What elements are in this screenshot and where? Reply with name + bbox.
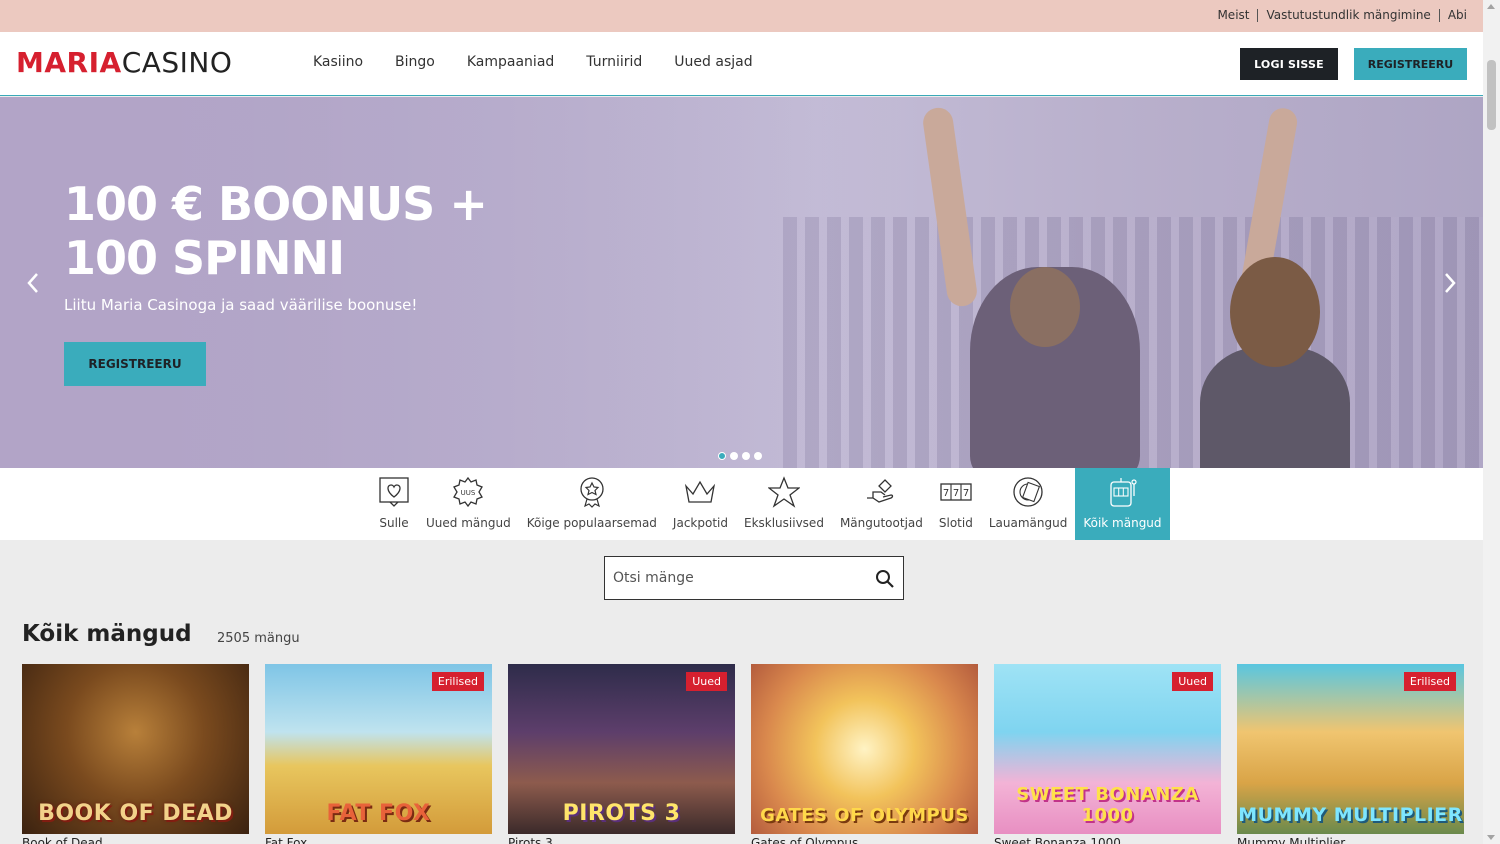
site-header: MARIACASINO Kasiino Bingo Kampaaniad Tur… xyxy=(0,32,1483,96)
game-art-title: PIROTS 3 xyxy=(562,801,681,826)
scroll-down-icon[interactable] xyxy=(1487,835,1495,840)
provider-hand-icon xyxy=(865,476,897,508)
hero-title: 100 € BOONUS + 100 SPINNI xyxy=(64,177,488,285)
game-search xyxy=(604,556,904,600)
nav-item-news[interactable]: Uued asjad xyxy=(674,54,752,70)
utility-links: Meist Vastutustundlik mängimine Abi xyxy=(1217,8,1467,22)
category-list: Sulle UUS Uued mängud Kõige populaarsema… xyxy=(370,468,1170,540)
category-label: Kõik mängud xyxy=(1083,516,1162,530)
category-table-games[interactable]: Lauamängud xyxy=(981,468,1076,540)
page-scrollbar[interactable] xyxy=(1483,0,1500,844)
svg-text:7: 7 xyxy=(943,488,949,499)
slot-777-icon: 777 xyxy=(940,476,972,508)
svg-text:UUS: UUS xyxy=(461,489,476,497)
category-label: Mängutootjad xyxy=(839,516,923,530)
category-label: Lauamängud xyxy=(988,516,1068,530)
slide-dot-1[interactable] xyxy=(718,452,726,460)
game-label[interactable]: Pirots 3 xyxy=(508,836,553,844)
game-art-title: MUMMY MULTIPLIER xyxy=(1238,804,1463,826)
search-input[interactable] xyxy=(613,568,863,588)
new-badge-icon: UUS xyxy=(452,476,484,508)
category-providers[interactable]: Mängutootjad xyxy=(832,468,931,540)
game-label[interactable]: Sweet Bonanza 1000 xyxy=(994,836,1121,844)
logo-casino: CASINO xyxy=(121,46,233,79)
nav-item-promotions[interactable]: Kampaaniad xyxy=(467,54,554,70)
category-for-you[interactable]: Sulle xyxy=(370,468,418,540)
chevron-left-icon[interactable] xyxy=(26,272,40,300)
logo-maria: MARIA xyxy=(16,46,122,79)
site-logo[interactable]: MARIACASINO xyxy=(16,48,232,78)
new-badge: Uued xyxy=(686,672,727,691)
hero-slide-dots xyxy=(718,452,762,460)
utility-link-responsible-gaming[interactable]: Vastutustundlik mängimine xyxy=(1266,8,1430,22)
category-label: Kõige populaarsemad xyxy=(526,516,657,530)
table-games-icon xyxy=(1012,476,1044,508)
nav-item-casino[interactable]: Kasiino xyxy=(313,54,363,70)
utility-divider xyxy=(1438,8,1440,22)
category-bar: Sulle UUS Uued mängud Kõige populaarsema… xyxy=(0,468,1483,540)
game-label[interactable]: Fat Fox xyxy=(265,836,307,844)
special-badge: Erilised xyxy=(1403,672,1456,691)
star-icon xyxy=(767,476,800,508)
heart-icon xyxy=(378,476,410,508)
utility-link-about[interactable]: Meist xyxy=(1217,8,1249,22)
category-exclusive[interactable]: Eksklusiivsed xyxy=(736,468,832,540)
nav-item-bingo[interactable]: Bingo xyxy=(395,54,435,70)
game-art-title: SWEET BONANZA 1000 xyxy=(1016,784,1199,826)
nav-item-tournaments[interactable]: Turniirid xyxy=(586,54,642,70)
award-icon xyxy=(576,476,608,508)
game-tile-book-of-dead[interactable]: BOOK OF DEAD xyxy=(22,664,249,834)
main-nav: Kasiino Bingo Kampaaniad Turniirid Uued … xyxy=(313,54,785,70)
login-button[interactable]: LOGI SISSE xyxy=(1240,48,1338,80)
hero-photo-woman-right-head xyxy=(1230,257,1320,367)
slide-dot-2[interactable] xyxy=(730,452,738,460)
category-most-popular[interactable]: Kõige populaarsemad xyxy=(519,468,665,540)
svg-text:7: 7 xyxy=(953,488,959,499)
game-tile-sweet-bonanza-1000[interactable]: Uued SWEET BONANZA 1000 xyxy=(994,664,1221,834)
slot-machine-icon xyxy=(1106,476,1138,508)
new-badge: Uued xyxy=(1172,672,1213,691)
hero-register-button[interactable]: REGISTREERU xyxy=(64,342,206,386)
slide-dot-4[interactable] xyxy=(754,452,762,460)
hero-photo-woman-left-head xyxy=(1010,267,1080,347)
game-count: 2505 mängu xyxy=(217,631,300,646)
hero-subtitle: Liitu Maria Casinoga ja saad väärilise b… xyxy=(64,296,418,314)
special-badge: Erilised xyxy=(431,672,484,691)
chevron-right-icon[interactable] xyxy=(1443,272,1457,300)
game-art-title: BOOK OF DEAD xyxy=(38,801,233,826)
game-tile-fat-fox[interactable]: Erilised FAT FOX xyxy=(265,664,492,834)
category-label: Sulle xyxy=(379,516,409,530)
utility-divider xyxy=(1257,8,1259,22)
game-tile-gates-of-olympus[interactable]: GATES OF OLYMPUS xyxy=(751,664,978,834)
category-label: Jackpotid xyxy=(672,516,728,530)
crown-icon xyxy=(684,476,716,508)
section-title: Kõik mängud xyxy=(22,621,192,647)
game-grid: BOOK OF DEAD Erilised FAT FOX Uued PIROT… xyxy=(22,664,1464,834)
category-slots[interactable]: 777 Slotid xyxy=(931,468,981,540)
scrollbar-thumb[interactable] xyxy=(1487,60,1496,130)
game-label[interactable]: Mummy Multiplier xyxy=(1237,836,1345,844)
search-icon[interactable] xyxy=(875,569,895,589)
category-label: Slotid xyxy=(938,516,973,530)
category-label: Uued mängud xyxy=(426,516,511,530)
hero-banner: 100 € BOONUS + 100 SPINNI Liitu Maria Ca… xyxy=(0,97,1483,468)
svg-text:7: 7 xyxy=(963,488,969,499)
scroll-up-icon[interactable] xyxy=(1487,4,1495,9)
category-all-games[interactable]: Kõik mängud xyxy=(1075,468,1170,540)
game-art-title: GATES OF OLYMPUS xyxy=(760,805,969,826)
category-jackpots[interactable]: Jackpotid xyxy=(665,468,736,540)
game-label[interactable]: Gates of Olympus xyxy=(751,836,858,844)
utility-bar: Meist Vastutustundlik mängimine Abi xyxy=(0,0,1483,32)
category-new-games[interactable]: UUS Uued mängud xyxy=(418,468,519,540)
game-art-title: FAT FOX xyxy=(326,801,431,826)
category-label: Eksklusiivsed xyxy=(743,516,824,530)
game-label[interactable]: Book of Dead xyxy=(22,836,103,844)
register-button[interactable]: REGISTREERU xyxy=(1354,48,1467,80)
slide-dot-3[interactable] xyxy=(742,452,750,460)
game-tile-pirots-3[interactable]: Uued PIROTS 3 xyxy=(508,664,735,834)
game-tile-mummy-multiplier[interactable]: Erilised MUMMY MULTIPLIER xyxy=(1237,664,1464,834)
utility-link-help[interactable]: Abi xyxy=(1448,8,1467,22)
